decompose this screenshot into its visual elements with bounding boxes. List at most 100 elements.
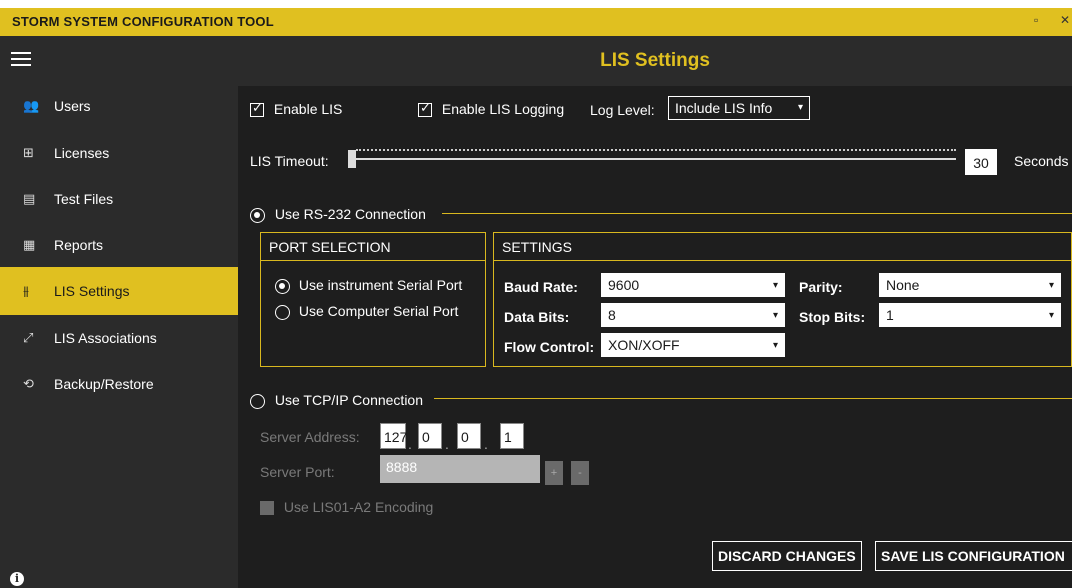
users-icon: 👥 (23, 98, 40, 113)
radio-circle (275, 278, 290, 294)
radio-circle (250, 393, 265, 409)
ip-octet-2[interactable]: 0 (418, 423, 442, 449)
tcpip-radio[interactable]: Use TCP/IP Connection (250, 392, 423, 409)
flow-control-value: XON/XOFF (608, 337, 680, 353)
timeout-slider-track[interactable] (352, 158, 956, 160)
server-address-label: Server Address: (260, 429, 360, 445)
lis-timeout-label: LIS Timeout: (250, 153, 329, 169)
sidebar-item-label: LIS Associations (54, 330, 157, 346)
chevron-down-icon: ▾ (797, 102, 803, 113)
title-bar: STORM SYSTEM CONFIGURATION TOOL ▫ ✕ (0, 8, 1072, 36)
sidebar-item-test-files[interactable]: ▤ Test Files (0, 179, 238, 219)
enable-lis-logging-label: Enable LIS Logging (441, 101, 565, 117)
chevron-down-icon: ▾ (772, 280, 778, 291)
divider (442, 213, 1072, 214)
page-header: LIS Settings (238, 36, 1072, 86)
timeout-slider-thumb[interactable] (348, 150, 356, 168)
server-port-input[interactable]: 8888 (380, 455, 540, 483)
baud-rate-select[interactable]: 9600 ▾ (601, 273, 785, 297)
lis01-a2-encoding-checkbox[interactable]: Use LIS01-A2 Encoding (260, 499, 434, 516)
log-level-select[interactable]: Include LIS Info ▾ (668, 96, 810, 120)
log-level-label: Log Level: (590, 102, 655, 118)
slider-ticks (356, 149, 956, 153)
data-bits-value: 8 (608, 307, 616, 323)
instrument-serial-port-radio[interactable]: Use instrument Serial Port (275, 277, 462, 294)
radio-label: Use Computer Serial Port (298, 303, 459, 319)
sidebar-item-users[interactable]: 👥 Users (0, 86, 238, 126)
flow-control-select[interactable]: XON/XOFF ▾ (601, 333, 785, 357)
data-bits-label: Data Bits: (504, 309, 570, 325)
sidebar-item-lis-settings[interactable]: ⫵ LIS Settings (0, 267, 238, 315)
restore-icon: ⟲ (23, 376, 34, 391)
sidebar-item-licenses[interactable]: ⊞ Licenses (0, 133, 238, 173)
licenses-icon: ⊞ (23, 145, 34, 160)
chevron-down-icon: ▾ (772, 310, 778, 321)
checkbox-box (418, 101, 432, 118)
data-bits-select[interactable]: 8 ▾ (601, 303, 785, 327)
sidebar-item-label: Reports (54, 237, 104, 253)
flow-control-label: Flow Control: (504, 339, 595, 355)
port-selection-group: PORT SELECTION Use instrument Serial Por… (260, 232, 486, 367)
app-title: STORM SYSTEM CONFIGURATION TOOL (12, 14, 274, 29)
enable-lis-logging-checkbox[interactable]: Enable LIS Logging (418, 101, 565, 118)
sidebar-item-backup-restore[interactable]: ⟲ Backup/Restore (0, 364, 238, 404)
ip-octet-1[interactable]: 127 (380, 423, 407, 449)
ip-octet-3[interactable]: 0 (457, 423, 481, 449)
sidebar: 👥 Users ⊞ Licenses ▤ Test Files ▦ Report… (0, 36, 238, 588)
close-icon[interactable]: ✕ (1060, 13, 1070, 27)
checkbox-box (250, 101, 264, 118)
radio-label: Use instrument Serial Port (298, 277, 463, 293)
sidebar-item-label: Users (54, 98, 91, 114)
chevron-down-icon: ▾ (1048, 310, 1054, 321)
sidebar-item-lis-associations[interactable]: ⤢ LIS Associations (0, 318, 238, 358)
radio-circle (275, 304, 290, 320)
increment-button[interactable]: + (545, 461, 563, 485)
rs232-label: Use RS-232 Connection (274, 206, 426, 222)
sidebar-item-label: Backup/Restore (54, 376, 154, 392)
info-icon[interactable]: i (10, 572, 24, 586)
timeout-unit-label: Seconds (1014, 153, 1069, 169)
radio-circle (250, 207, 265, 223)
hamburger-menu-icon[interactable] (11, 52, 31, 66)
settings-group: SETTINGS Baud Rate: 9600 ▾ Data Bits: 8 … (493, 232, 1072, 367)
file-icon: ▤ (23, 191, 36, 206)
checkbox-box (260, 501, 274, 516)
enable-lis-checkbox[interactable]: Enable LIS (250, 101, 343, 118)
timeout-value-input[interactable]: 30 (965, 149, 997, 175)
baud-rate-label: Baud Rate: (504, 279, 578, 295)
settings-header: SETTINGS (494, 233, 1071, 261)
log-level-value: Include LIS Info (675, 100, 773, 116)
stop-bits-select[interactable]: 1 ▾ (879, 303, 1061, 327)
rs232-radio[interactable]: Use RS-232 Connection (250, 206, 426, 223)
parity-select[interactable]: None ▾ (879, 273, 1061, 297)
stop-bits-label: Stop Bits: (799, 309, 866, 325)
server-port-label: Server Port: (260, 464, 335, 480)
parity-label: Parity: (799, 279, 843, 295)
sidebar-item-label: LIS Settings (54, 283, 130, 299)
sidebar-item-label: Test Files (54, 191, 114, 207)
computer-serial-port-radio[interactable]: Use Computer Serial Port (275, 303, 458, 320)
chevron-down-icon: ▾ (772, 340, 778, 351)
ip-separator: . (408, 436, 412, 452)
ip-octet-4[interactable]: 1 (500, 423, 524, 449)
tcpip-label: Use TCP/IP Connection (274, 392, 424, 408)
discard-changes-button[interactable]: DISCARD CHANGES (712, 541, 862, 571)
link-icon: ⤢ (23, 330, 34, 345)
decrement-button[interactable]: - (571, 461, 589, 485)
maximize-icon[interactable]: ▫ (1034, 13, 1038, 27)
parity-value: None (886, 277, 920, 293)
encoding-label: Use LIS01-A2 Encoding (283, 499, 434, 515)
enable-lis-label: Enable LIS (273, 101, 343, 117)
stop-bits-value: 1 (886, 307, 894, 323)
ip-separator: . (445, 436, 449, 452)
divider (434, 398, 1072, 399)
sidebar-item-label: Licenses (54, 145, 110, 161)
save-lis-configuration-button[interactable]: SAVE LIS CONFIGURATION (875, 541, 1072, 571)
port-selection-header: PORT SELECTION (261, 233, 485, 261)
sliders-icon: ⫵ (23, 283, 29, 298)
lis-settings-panel: Enable LIS Enable LIS Logging Log Level:… (238, 86, 1072, 588)
ip-separator: . (484, 436, 488, 452)
baud-rate-value: 9600 (608, 277, 640, 293)
chevron-down-icon: ▾ (1048, 280, 1054, 291)
sidebar-item-reports[interactable]: ▦ Reports (0, 225, 238, 265)
